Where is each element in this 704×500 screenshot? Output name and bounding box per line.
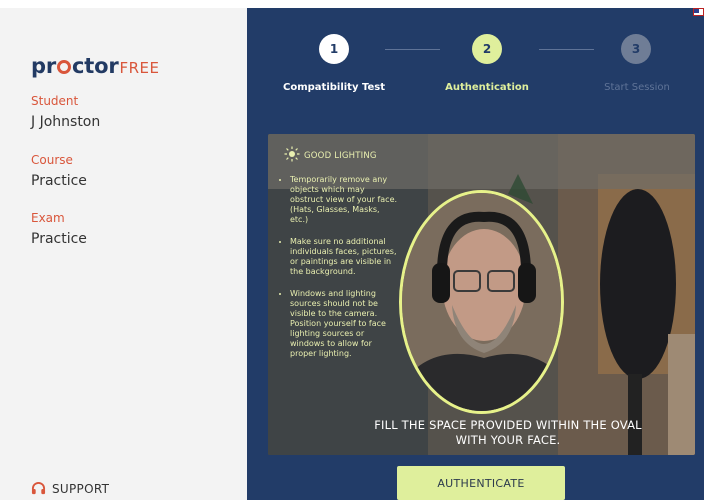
exam-value: Practice bbox=[31, 231, 87, 247]
support-label: SUPPORT bbox=[52, 481, 110, 496]
support-link[interactable]: SUPPORT bbox=[31, 481, 109, 496]
good-lighting-label: GOOD LIGHTING bbox=[304, 150, 377, 161]
logo-o-icon bbox=[57, 60, 71, 74]
proctorfree-logo: pr ctorFREE bbox=[31, 54, 160, 78]
authenticate-button[interactable]: AUTHENTICATE bbox=[397, 466, 565, 500]
student-value: J Johnston bbox=[31, 114, 101, 130]
caption-line-2: WITH YOUR FACE. bbox=[455, 433, 561, 447]
oval-caption: FILL THE SPACE PROVIDED WITHIN THE OVAL … bbox=[348, 418, 668, 448]
instruction-item: Temporarily remove any objects which may… bbox=[290, 175, 398, 225]
step-1-circle: 1 bbox=[319, 34, 349, 64]
face-oval bbox=[399, 190, 564, 414]
caption-line-1: FILL THE SPACE PROVIDED WITHIN THE OVAL bbox=[374, 418, 642, 432]
step-connector-1 bbox=[385, 49, 440, 50]
sun-icon bbox=[284, 146, 300, 165]
sidebar: pr ctorFREE Student J Johnston Course Pra… bbox=[0, 8, 247, 500]
step-connector-2 bbox=[539, 49, 594, 50]
step-1-label: Compatibility Test bbox=[283, 82, 385, 93]
step-2-label: Authentication bbox=[445, 82, 529, 93]
step-2-circle: 2 bbox=[472, 34, 502, 64]
step-3-circle: 3 bbox=[621, 34, 651, 64]
us-flag-icon[interactable] bbox=[693, 8, 704, 16]
instructions-list: Temporarily remove any objects which may… bbox=[280, 175, 398, 359]
good-lighting-heading: GOOD LIGHTING bbox=[284, 146, 398, 165]
instruction-item: Windows and lighting sources should not … bbox=[290, 289, 398, 359]
course-value: Practice bbox=[31, 173, 87, 189]
main-panel: 1 2 3 Compatibility Test Authentication … bbox=[247, 8, 704, 500]
course-label: Course bbox=[31, 153, 73, 167]
instruction-item: Make sure no additional individuals face… bbox=[290, 237, 398, 277]
logo-text-free: FREE bbox=[119, 59, 160, 77]
instructions-panel: GOOD LIGHTING Temporarily remove any obj… bbox=[280, 146, 398, 371]
step-3-label: Start Session bbox=[604, 82, 670, 93]
exam-label: Exam bbox=[31, 211, 65, 225]
face-image bbox=[402, 193, 561, 411]
logo-text-pr: pr bbox=[31, 54, 56, 78]
student-label: Student bbox=[31, 94, 79, 108]
top-strip bbox=[0, 0, 704, 8]
camera-preview: GOOD LIGHTING Temporarily remove any obj… bbox=[268, 134, 695, 455]
logo-text-ctor: ctor bbox=[72, 54, 119, 78]
headset-icon bbox=[31, 481, 46, 496]
